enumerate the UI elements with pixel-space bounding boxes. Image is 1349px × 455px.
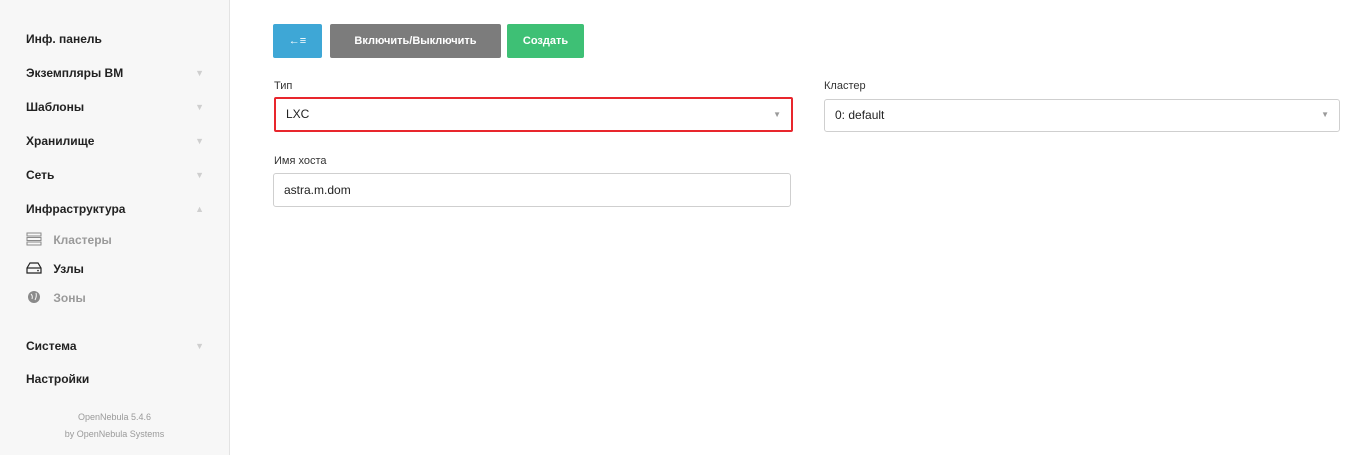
sidebar-item-dashboard[interactable]: Инф. панель	[26, 28, 206, 50]
sidebar-item-label: Сеть	[26, 168, 55, 182]
sidebar-item-label: Настройки	[26, 372, 90, 386]
sidebar-item-hosts[interactable]: Узлы	[26, 258, 84, 280]
chevron-down-icon: ▼	[195, 102, 204, 112]
type-label: Тип	[274, 80, 293, 92]
sidebar-item-label: Инф. панель	[26, 32, 102, 46]
back-to-list-button[interactable]: ←≡	[273, 24, 322, 58]
footer-vendor: by OpenNebula Systems	[64, 429, 165, 439]
sidebar-item-label: Шаблоны	[26, 100, 85, 114]
create-label: Создать	[522, 35, 569, 47]
sidebar-item-settings[interactable]: Настройки	[26, 368, 206, 390]
chevron-down-icon: ▼	[195, 170, 204, 180]
hostname-input-value: astra.m.dom	[284, 183, 351, 197]
chevron-down-icon: ▼	[195, 341, 204, 351]
type-select[interactable]: LXC ▼	[274, 97, 793, 132]
type-select-value: LXC	[286, 107, 310, 121]
chevron-down-icon: ▼	[195, 68, 204, 78]
hostname-input[interactable]: astra.m.dom	[273, 173, 791, 207]
dropdown-arrow-icon: ▼	[773, 110, 781, 119]
sidebar-item-network[interactable]: Сеть ▼	[26, 164, 206, 186]
sidebar-item-label: Узлы	[53, 262, 84, 276]
sidebar-item-label: Зоны	[53, 291, 86, 305]
footer: OpenNebula 5.4.6 by OpenNebula Systems	[0, 409, 229, 443]
sidebar-item-templates[interactable]: Шаблоны ▼	[26, 96, 206, 118]
back-list-icon: ←≡	[288, 35, 307, 47]
sidebar-item-zones[interactable]: Зоны	[26, 287, 86, 309]
chevron-up-icon: ▲	[195, 204, 204, 214]
server-rack-icon	[26, 231, 42, 246]
sidebar-item-label: Система	[26, 339, 77, 353]
sidebar-item-clusters[interactable]: Кластеры	[26, 229, 112, 251]
sidebar-item-label: Хранилище	[26, 134, 95, 148]
hostname-label: Имя хоста	[274, 155, 327, 167]
sidebar-item-label: Кластеры	[53, 233, 112, 247]
sidebar-item-label: Инфраструктура	[26, 202, 126, 216]
toggle-advanced-button[interactable]: Включить/Выключить	[330, 24, 501, 58]
cluster-select-value: 0: default	[835, 108, 885, 122]
sidebar-item-infrastructure[interactable]: Инфраструктура ▲	[26, 198, 206, 220]
sidebar-item-vms[interactable]: Экземпляры ВМ ▼	[26, 62, 206, 84]
hdd-icon	[26, 260, 42, 274]
sidebar-item-label: Экземпляры ВМ	[26, 66, 124, 80]
dropdown-arrow-icon: ▼	[1321, 110, 1329, 119]
cluster-select[interactable]: 0: default ▼	[824, 99, 1340, 132]
sidebar: Инф. панель Экземпляры ВМ ▼ Шаблоны ▼ Хр…	[0, 0, 230, 455]
sidebar-item-storage[interactable]: Хранилище ▼	[26, 130, 206, 152]
footer-version: OpenNebula 5.4.6	[77, 412, 152, 422]
sidebar-item-system[interactable]: Система ▼	[26, 335, 206, 357]
create-button[interactable]: Создать	[507, 24, 584, 58]
toggle-label: Включить/Выключить	[354, 35, 477, 47]
globe-icon	[26, 289, 42, 303]
chevron-down-icon: ▼	[195, 136, 204, 146]
cluster-label: Кластер	[824, 80, 866, 92]
